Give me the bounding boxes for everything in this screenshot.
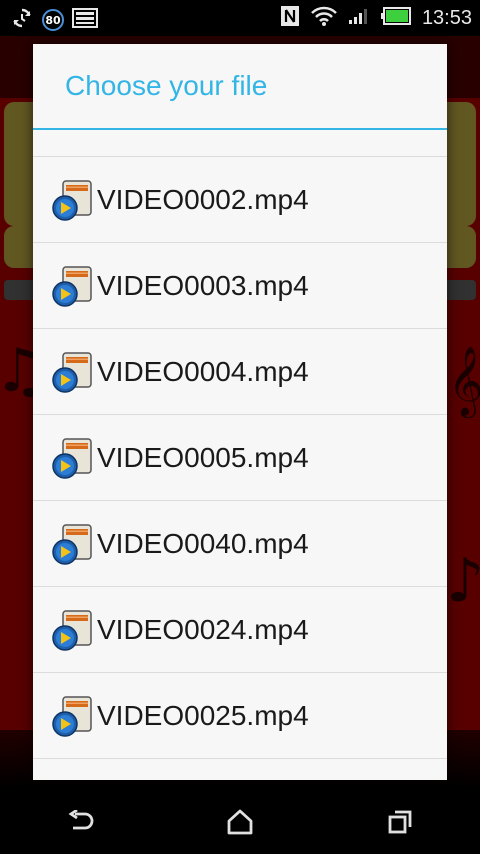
file-name: VIDEO0002.mp4 [97, 183, 309, 215]
video-file-icon [51, 436, 95, 480]
file-name: VIDEO0025.mp4 [97, 699, 309, 731]
wifi-icon [310, 5, 338, 31]
file-list-item[interactable]: VIDEO0005.mp4 [33, 415, 447, 501]
file-list-item[interactable]: VIDEO0025.mp4 [33, 673, 447, 759]
dialog-title: Choose your file [33, 44, 447, 130]
status-bar: 80 13:53 [0, 0, 480, 36]
signal-icon [348, 7, 370, 29]
file-list-item[interactable]: VIDEO0004.mp4 [33, 329, 447, 415]
video-file-icon [51, 608, 95, 652]
video-file-icon [51, 350, 95, 394]
image-icon [72, 8, 98, 32]
home-button[interactable] [210, 798, 270, 846]
video-file-icon [51, 264, 95, 308]
file-list-item[interactable]: VIDEO0040.mp4 [33, 501, 447, 587]
back-button[interactable] [50, 798, 110, 846]
recents-button[interactable] [370, 798, 430, 846]
nfc-icon [280, 5, 300, 31]
navigation-bar [0, 790, 480, 854]
back-icon [68, 810, 94, 830]
recents-icon [388, 810, 412, 834]
video-file-icon [51, 694, 95, 738]
file-list-item[interactable]: VIDEO0024.mp4 [33, 587, 447, 673]
file-name: VIDEO0003.mp4 [97, 269, 309, 301]
status-clock: 13:53 [421, 6, 472, 29]
video-file-icon [51, 178, 95, 222]
home-icon [227, 809, 253, 835]
file-list[interactable]: VIDEO0002.mp4 VIDEO0003.mp4 VIDEO0004.mp4 V… [33, 130, 447, 780]
file-chooser-dialog: Choose your file VIDEO0002.mp4 VIDEO0003.… [33, 44, 447, 780]
file-list-item[interactable]: VIDEO0003.mp4 [33, 243, 447, 329]
file-rows: VIDEO0002.mp4 VIDEO0003.mp4 VIDEO0004.mp4 V… [33, 157, 447, 759]
video-file-icon [51, 522, 95, 566]
file-name: VIDEO0024.mp4 [97, 613, 309, 645]
notification-badge-icon: 80 [42, 9, 64, 31]
screen: ♫ 𝄞 ♪ 80 [0, 0, 480, 854]
file-name: VIDEO0004.mp4 [97, 355, 309, 387]
file-name: VIDEO0040.mp4 [97, 527, 309, 559]
sync-icon [10, 6, 34, 34]
battery-icon [380, 7, 412, 29]
file-list-item[interactable]: VIDEO0002.mp4 [33, 157, 447, 243]
file-name: VIDEO0005.mp4 [97, 441, 309, 473]
list-item-partial[interactable] [33, 130, 447, 157]
